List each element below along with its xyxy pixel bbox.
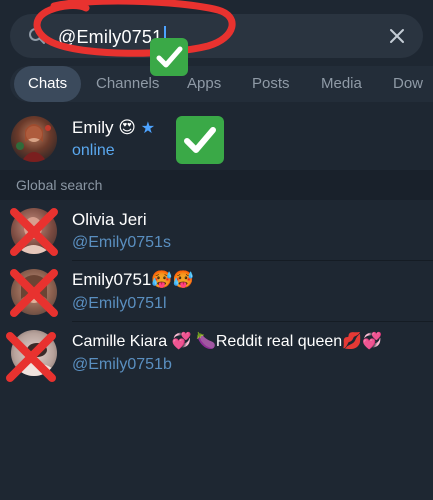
global-result-emily0751[interactable]: Emily0751🥵🥵 @Emily0751l bbox=[0, 261, 433, 321]
verified-star-icon: ★ bbox=[140, 120, 156, 137]
tab-apps[interactable]: Apps bbox=[187, 66, 221, 102]
red-x-icon bbox=[10, 208, 58, 256]
chat-result-emily[interactable]: Emily 😍 ★ online bbox=[0, 108, 433, 170]
global-result-olivia[interactable]: Olivia Jeri @Emily0751s bbox=[0, 200, 433, 260]
chat-name: Olivia Jeri bbox=[72, 210, 147, 229]
empty-list-area bbox=[0, 382, 433, 500]
avatar bbox=[11, 116, 57, 162]
red-x-icon bbox=[6, 332, 56, 382]
filter-tabs: Chats Channels Apps Posts Media Dow bbox=[10, 66, 433, 102]
close-icon[interactable] bbox=[387, 26, 407, 46]
chat-name: Camille Kiara 💞 🍆Reddit real queen💋💞 bbox=[72, 333, 383, 350]
tab-chats[interactable]: Chats bbox=[14, 66, 82, 102]
chat-name: Emily 😍 ★ bbox=[72, 118, 155, 138]
global-search-header: Global search bbox=[0, 170, 433, 200]
red-x-icon bbox=[10, 269, 58, 317]
username-handle: @Emily0751b bbox=[72, 356, 172, 373]
red-circle-annotation bbox=[33, 0, 236, 57]
chat-name-text: Emily 😍 bbox=[72, 118, 136, 137]
tab-downloads[interactable]: Dow bbox=[393, 66, 423, 102]
username-handle: @Emily0751l bbox=[72, 295, 167, 312]
tab-posts[interactable]: Posts bbox=[252, 66, 290, 102]
green-checkmark-icon bbox=[150, 38, 188, 76]
chat-name: Emily0751🥵🥵 bbox=[72, 270, 194, 289]
tab-media[interactable]: Media bbox=[321, 66, 362, 102]
green-checkmark-icon bbox=[176, 116, 224, 164]
section-title: Global search bbox=[16, 177, 103, 193]
global-result-camille[interactable]: Camille Kiara 💞 🍆Reddit real queen💋💞 @Em… bbox=[0, 322, 433, 382]
online-status: online bbox=[72, 142, 115, 159]
username-handle: @Emily0751s bbox=[72, 234, 171, 251]
